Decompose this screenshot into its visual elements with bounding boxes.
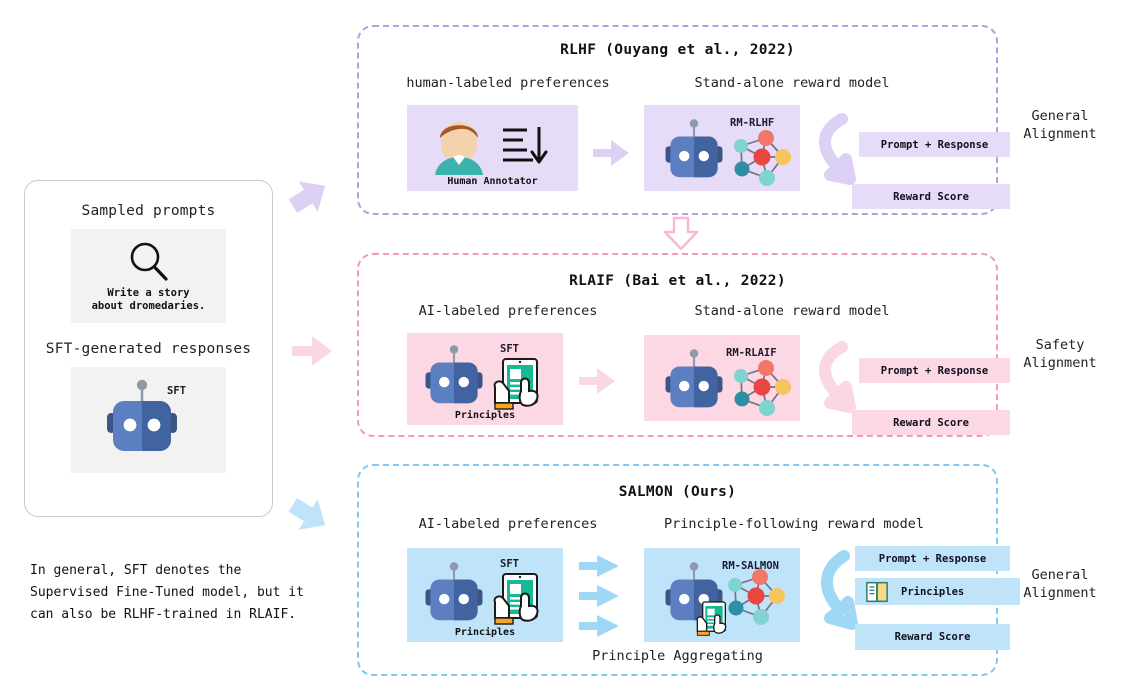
book-icon — [865, 581, 889, 603]
sft-response-box: SFT — [71, 367, 226, 473]
alignment-label-salmon: General Alignment — [1023, 567, 1097, 601]
principles-caption: Principles — [454, 410, 516, 421]
prompt-text: Write a story about dromedaries. — [91, 287, 206, 312]
connector-rlhf-to-rlaif — [661, 216, 701, 252]
rm-rlhf-tag: RM-RLHF — [730, 117, 775, 129]
human-annotator-caption: Human Annotator — [447, 176, 538, 187]
panel-salmon-title: SALMON (Ours) — [618, 484, 737, 500]
human-annotator-icon — [427, 113, 491, 175]
panel-salmon-left-label: AI-labeled preferences — [418, 516, 598, 532]
principles-tablet-icon — [487, 357, 547, 415]
principle-aggregating-label: Principle Aggregating — [592, 648, 763, 664]
human-annotator-tile: Human Annotator — [407, 105, 578, 191]
robot-icon — [417, 343, 491, 413]
chip-principles: Principles — [855, 578, 1020, 605]
alignment-label-rlaif: Safety Alignment — [1023, 337, 1097, 371]
alignment-label-rlhf: General Alignment — [1023, 108, 1097, 142]
principles-caption: Principles — [454, 627, 516, 638]
sampled-prompts-box: Write a story about dromedaries. — [71, 229, 226, 323]
connector-to-salmon — [288, 495, 334, 537]
sft-responses-title: SFT-generated responses — [45, 341, 252, 357]
sampled-prompts-title: Sampled prompts — [81, 203, 216, 219]
robot-icon — [417, 560, 491, 630]
connector-to-rlhf — [288, 176, 332, 216]
panel-rlaif-left-label: AI-labeled preferences — [418, 303, 598, 319]
panel-rlhf-curve-arrow — [812, 113, 858, 185]
panel-rlaif: RLAIF (Bai et al., 2022) AI-labeled pref… — [357, 253, 1010, 437]
panel-salmon-right-label: Principle-following reward model — [663, 516, 925, 532]
chip-prompt-response: Prompt + Response — [859, 358, 1010, 383]
rm-rlhf-tile: RM-RLHF — [644, 105, 800, 191]
sft-principles-tile-rlaif: SFT Principles — [407, 333, 563, 425]
panel-rlhf-right-label: Stand-alone reward model — [694, 75, 890, 91]
rm-rlaif-tag: RM-RLAIF — [726, 347, 777, 359]
chip-reward-score: Reward Score — [855, 624, 1010, 650]
panel-rlhf-inner-arrow — [591, 137, 631, 169]
robot-icon — [656, 347, 732, 417]
rm-salmon-tile: RM-SALMON — [644, 548, 800, 642]
principles-tablet-icon — [692, 600, 732, 640]
chip-reward-score: Reward Score — [852, 410, 1010, 435]
sort-list-icon — [501, 125, 549, 167]
panel-rlhf-title: RLHF (Ouyang et al., 2022) — [560, 42, 795, 58]
sft-tag: SFT — [500, 558, 519, 570]
panel-rlaif-curve-arrow — [812, 341, 858, 413]
panel-salmon-curve-arrow — [814, 550, 860, 630]
chip-prompt-response: Prompt + Response — [855, 546, 1010, 571]
panel-rlaif-title: RLAIF (Bai et al., 2022) — [569, 273, 786, 289]
neural-network-icon — [724, 568, 786, 626]
neural-network-icon — [730, 129, 792, 187]
panel-salmon-inner-arrows — [577, 554, 621, 638]
panel-rlaif-inner-arrow — [577, 365, 617, 397]
robot-icon — [97, 377, 187, 463]
panel-salmon: SALMON (Ours) AI-labeled preferences Pri… — [357, 464, 1020, 676]
rm-rlaif-tile: RM-RLAIF — [644, 335, 800, 421]
panel-rlhf-left-label: human-labeled preferences — [406, 75, 610, 91]
input-card: Sampled prompts Write a story about drom… — [24, 180, 273, 517]
sft-tag: SFT — [500, 343, 519, 355]
footnote: In general, SFT denotes the Supervised F… — [30, 563, 304, 622]
robot-icon — [656, 117, 732, 187]
panel-rlhf: RLHF (Ouyang et al., 2022) human-labeled… — [357, 25, 1010, 215]
principles-tablet-icon — [487, 572, 547, 630]
chip-reward-score: Reward Score — [852, 184, 1010, 209]
neural-network-icon — [730, 359, 792, 417]
sft-principles-tile-salmon: SFT Principles — [407, 548, 563, 642]
panel-rlaif-right-label: Stand-alone reward model — [694, 303, 890, 319]
connector-to-rlaif — [290, 332, 334, 370]
magnifier-icon — [71, 239, 226, 285]
chip-prompt-response: Prompt + Response — [859, 132, 1010, 157]
chip-principles-label: Principles — [901, 585, 965, 598]
